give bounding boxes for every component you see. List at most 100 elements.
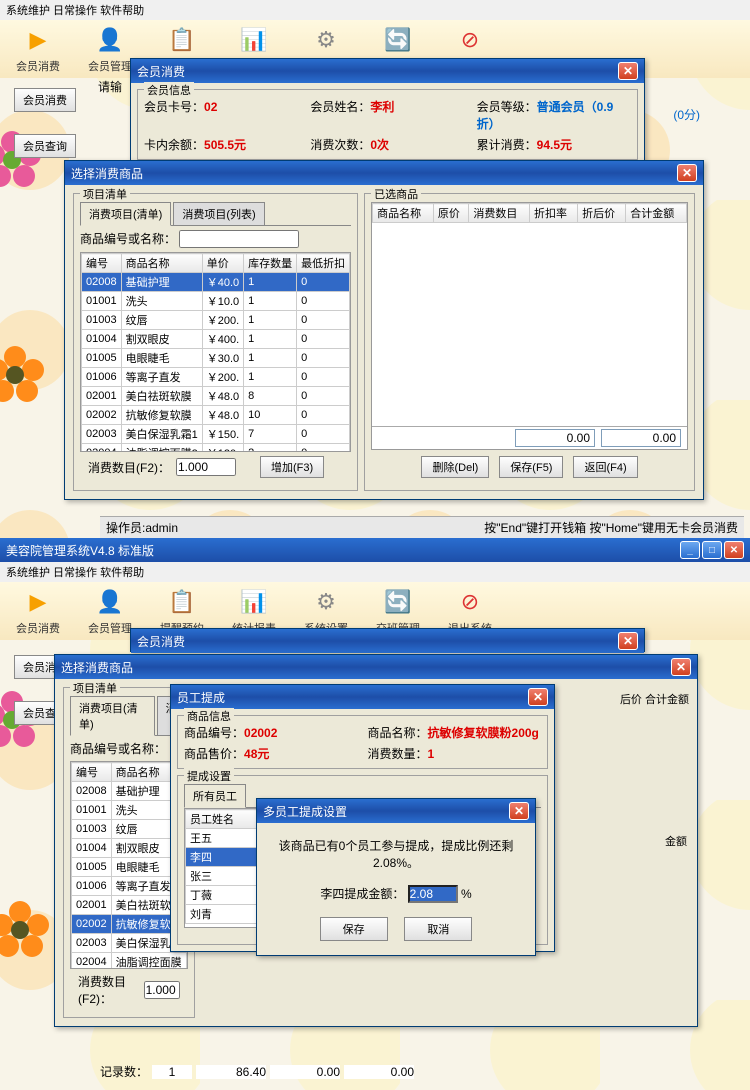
table-row[interactable]: 01006等离子直发 bbox=[72, 877, 187, 896]
left-group-legend: 项目清单 bbox=[70, 680, 120, 696]
table-row[interactable]: 02004油脂调控面膜 bbox=[72, 953, 187, 970]
toolbar-0[interactable]: ▶会员消费 bbox=[16, 24, 60, 74]
toolbar-icon: 👤 bbox=[94, 24, 126, 56]
table-row[interactable]: 01004割双眼皮 bbox=[72, 839, 187, 858]
close-icon[interactable]: ✕ bbox=[509, 802, 529, 820]
toolbar-icon: 🔄 bbox=[382, 24, 414, 56]
col-header: 编号 bbox=[82, 254, 122, 273]
multi-commission-dialog: 多员工提成设置✕ 该商品已有0个员工参与提成，提成比例还剩2.08%。 李四提成… bbox=[256, 798, 536, 956]
toolbar-1[interactable]: 👤会员管理 bbox=[88, 24, 132, 74]
table-row[interactable]: 01004割双眼皮￥400.10 bbox=[82, 330, 350, 349]
tab[interactable]: 消费项目(列表) bbox=[173, 202, 264, 225]
window-title: 会员消费 bbox=[137, 633, 185, 650]
action-button[interactable]: 返回(F4) bbox=[573, 456, 637, 478]
sum-discount: 0.00 bbox=[515, 429, 595, 447]
window-title: 会员消费 bbox=[137, 63, 185, 80]
table-row[interactable]: 02001美白祛斑软膜￥48.080 bbox=[82, 387, 350, 406]
count-label: 消费次数： bbox=[310, 138, 370, 152]
table-row[interactable]: 02002抗敏修复软膜 bbox=[72, 915, 187, 934]
toolbar-icon: ▶ bbox=[22, 24, 54, 56]
prompt-text: 请输 bbox=[98, 78, 122, 95]
table-row[interactable]: 01005电眼睫毛￥30.010 bbox=[82, 349, 350, 368]
table-row[interactable]: 02003美白保湿乳霜1￥150.70 bbox=[82, 425, 350, 444]
table-row[interactable]: 02003美白保湿乳霜 bbox=[72, 934, 187, 953]
minimize-icon[interactable]: _ bbox=[680, 541, 700, 559]
close-icon[interactable]: ✕ bbox=[618, 62, 638, 80]
qty-label: 消费数目(F2)： bbox=[78, 973, 138, 1007]
col-header: 商品名称 bbox=[373, 204, 434, 223]
toolbar-icon: ⊘ bbox=[454, 586, 486, 618]
close-icon[interactable]: ✕ bbox=[724, 541, 744, 559]
close-icon[interactable]: ✕ bbox=[528, 688, 548, 706]
col-header: 编号 bbox=[72, 763, 112, 782]
table-row[interactable]: 02001美白祛斑软膜 bbox=[72, 896, 187, 915]
table-row[interactable]: 01006等离子直发￥200.10 bbox=[82, 368, 350, 387]
tab[interactable]: 消费项目(清单) bbox=[70, 696, 155, 736]
close-icon[interactable]: ✕ bbox=[671, 658, 691, 676]
table-row[interactable]: 02008基础护理 bbox=[72, 782, 187, 801]
operator-text: 操作员:admin bbox=[106, 519, 178, 536]
side-btn[interactable]: 会员消费 bbox=[14, 88, 76, 112]
app-titlebar[interactable]: 美容院管理系统V4.8 标准版 _ □ ✕ bbox=[0, 538, 750, 562]
table-row[interactable]: 01005电眼睫毛 bbox=[72, 858, 187, 877]
maximize-icon[interactable]: □ bbox=[702, 541, 722, 559]
search-input[interactable] bbox=[179, 230, 299, 248]
tips-text: 按"End"键打开钱箱 按"Home"键用无卡会员消费 bbox=[484, 519, 738, 536]
decor-flower bbox=[0, 900, 50, 960]
toolbar-1[interactable]: 👤会员管理 bbox=[88, 586, 132, 636]
close-icon[interactable]: ✕ bbox=[677, 164, 697, 182]
table-row[interactable]: 02004油脂调控面膜2￥120.20 bbox=[82, 444, 350, 453]
toolbar-icon: 📊 bbox=[238, 586, 270, 618]
emp-row[interactable]: 丁薇 bbox=[186, 886, 263, 905]
tab-all-emp[interactable]: 所有员工 bbox=[184, 784, 246, 808]
table-row[interactable]: 02008基础护理￥40.010 bbox=[82, 273, 350, 292]
action-button[interactable]: 保存(F5) bbox=[499, 456, 563, 478]
amount-input[interactable] bbox=[408, 885, 458, 903]
save-button[interactable]: 保存 bbox=[320, 917, 388, 941]
right-group-legend: 已选商品 bbox=[371, 186, 421, 202]
action-button[interactable]: 删除(Del) bbox=[421, 456, 489, 478]
balance-label: 卡内余额： bbox=[144, 138, 204, 152]
tab[interactable]: 消费项目(清单) bbox=[80, 202, 171, 226]
qty-input[interactable] bbox=[176, 458, 236, 476]
table-row[interactable]: 01003纹唇￥200.10 bbox=[82, 311, 350, 330]
name-value: 抗敏修复软膜粉200g bbox=[428, 726, 539, 740]
window-title: 选择消费商品 bbox=[61, 659, 133, 676]
table-row[interactable]: 01001洗头 bbox=[72, 801, 187, 820]
emp-row[interactable]: 王五 bbox=[186, 829, 263, 848]
qty-input[interactable] bbox=[144, 981, 180, 999]
toolbar-icon: ⊘ bbox=[454, 24, 486, 56]
table-row[interactable]: 01001洗头￥10.010 bbox=[82, 292, 350, 311]
select-product-window: 选择消费商品 ✕ 项目清单 消费项目(清单)消费项目(列表) 商品编号或名称： … bbox=[64, 160, 704, 500]
side-buttons: 会员消费会员查询 bbox=[14, 88, 76, 158]
col-header: 原价 bbox=[433, 204, 469, 223]
app-menu-bar[interactable]: 系统维护 日常操作 软件帮助 bbox=[0, 0, 750, 20]
cancel-button[interactable]: 取消 bbox=[404, 917, 472, 941]
col-header: 单价 bbox=[202, 254, 243, 273]
emp-row[interactable]: 李四 bbox=[186, 848, 263, 867]
close-icon[interactable]: ✕ bbox=[618, 632, 638, 650]
toolbar-0[interactable]: ▶会员消费 bbox=[16, 586, 60, 636]
col-header: 库存数量 bbox=[244, 254, 297, 273]
member-consume-window: 会员消费 ✕ bbox=[130, 628, 645, 652]
record-bar: 记录数： 1 86.40 0.00 0.00 bbox=[100, 1063, 414, 1080]
employee-list[interactable]: 员工姓名王五李四张三丁薇刘青 bbox=[184, 808, 264, 928]
grade-label: 会员等级： bbox=[477, 100, 537, 114]
card-no-value: 02 bbox=[204, 100, 217, 114]
app-title: 美容院管理系统V4.8 标准版 bbox=[6, 542, 154, 559]
col-header: 员工姓名 bbox=[186, 810, 263, 829]
name-label: 会员姓名： bbox=[310, 100, 370, 114]
search-label: 商品编号或名称： bbox=[70, 742, 166, 756]
search-label: 商品编号或名称： bbox=[80, 232, 176, 246]
table-row[interactable]: 01003纹唇 bbox=[72, 820, 187, 839]
side-btn[interactable]: 会员查询 bbox=[14, 134, 76, 158]
emp-row[interactable]: 刘青 bbox=[186, 905, 263, 924]
titlebar[interactable]: 选择消费商品 ✕ bbox=[65, 161, 703, 185]
emp-row[interactable]: 张三 bbox=[186, 867, 263, 886]
toolbar-icon: 📊 bbox=[238, 24, 270, 56]
app-menu-bar[interactable]: 系统维护 日常操作 软件帮助 bbox=[0, 562, 750, 582]
titlebar[interactable]: 会员消费 ✕ bbox=[131, 59, 644, 83]
add-button[interactable]: 增加(F3) bbox=[260, 456, 324, 478]
product-table[interactable]: 编号商品名称单价库存数量最低折扣02008基础护理￥40.01001001洗头￥… bbox=[80, 252, 351, 452]
table-row[interactable]: 02002抗敏修复软膜￥48.0100 bbox=[82, 406, 350, 425]
